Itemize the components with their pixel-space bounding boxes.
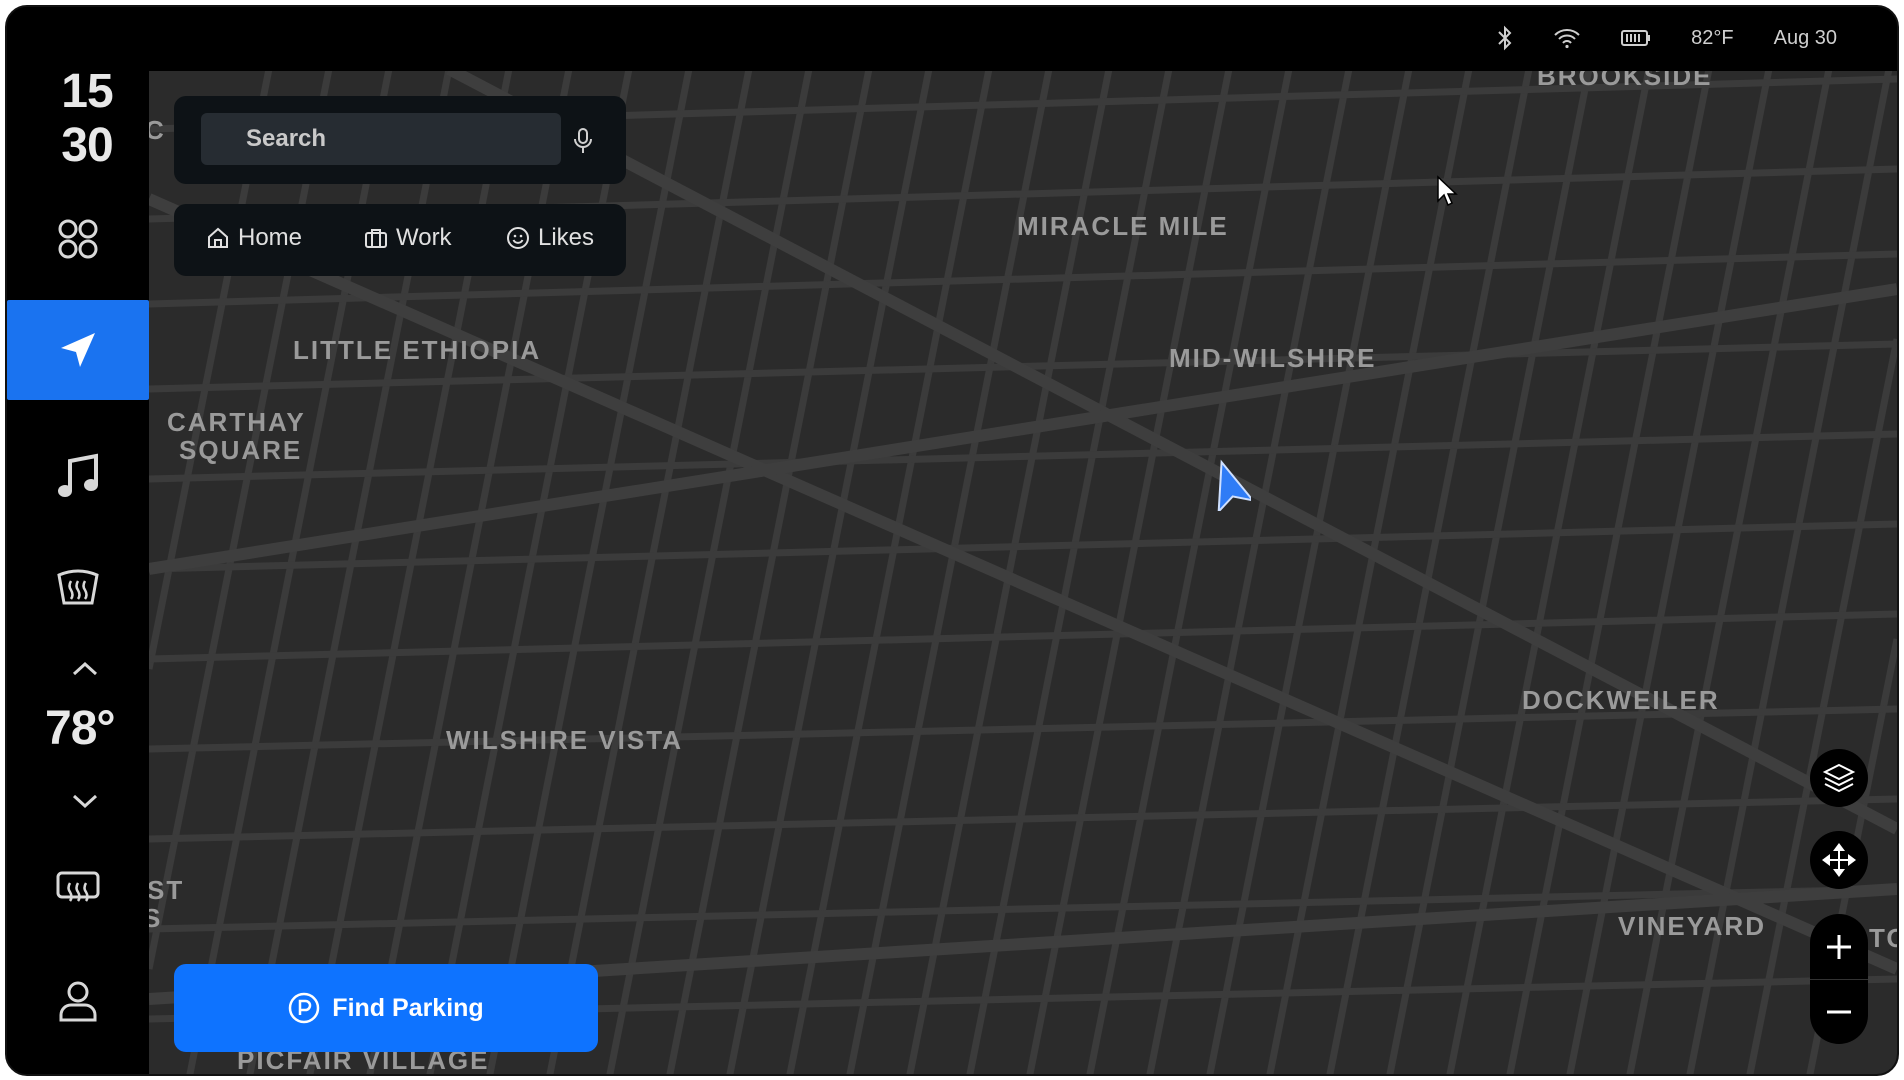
place-label-cut-left-2: S: [149, 903, 162, 934]
place-label-cut: C: [149, 115, 166, 146]
zoom-controls: [1810, 914, 1868, 1044]
quick-destinations-panel: Home Work Likes: [174, 204, 626, 276]
battery-icon[interactable]: [1621, 28, 1651, 48]
temperature-up-icon[interactable]: [71, 661, 99, 677]
music-button[interactable]: [7, 442, 149, 512]
status-bar: 82°F Aug 30: [7, 7, 1897, 71]
sidebar: 15 30 78°: [7, 7, 149, 1074]
clock: 15 30: [47, 65, 127, 173]
profile-icon: [59, 981, 97, 1022]
place-label-wilshire-vista: WILSHIRE VISTA: [446, 725, 683, 755]
briefcase-icon: [365, 229, 387, 248]
outside-temperature: 82°F: [1691, 26, 1734, 49]
place-label-carthay: CARTHAY: [167, 407, 306, 437]
cabin-temperature: 78°: [45, 702, 116, 755]
recenter-button[interactable]: [1810, 831, 1868, 889]
microphone-icon[interactable]: [572, 127, 594, 155]
move-arrows-icon: [1822, 843, 1856, 877]
plus-icon: [1827, 934, 1851, 959]
home-label: Home: [238, 224, 303, 251]
search-input[interactable]: Search: [201, 113, 561, 165]
car-display: BROOKSIDE C MIRACLE MILE MID-WILSHIRE LI…: [5, 5, 1899, 1076]
place-label-dockweiler: DOCKWEILER: [1522, 685, 1720, 715]
zoom-in-button[interactable]: [1824, 915, 1854, 979]
search-panel: Search: [174, 96, 626, 184]
place-label-miracle-mile: MIRACLE MILE: [1017, 211, 1229, 241]
home-icon: [208, 227, 228, 248]
place-label-cut-left-1: ST: [149, 875, 185, 905]
clock-hours: 15: [61, 65, 113, 118]
front-defrost-button[interactable]: [7, 857, 149, 921]
rear-defrost-button[interactable]: [7, 555, 149, 619]
music-icon: [58, 453, 98, 497]
bluetooth-icon[interactable]: [1497, 25, 1513, 51]
likes-shortcut[interactable]: Likes: [506, 224, 594, 252]
place-label-little-ethiopia: LITTLE ETHIOPIA: [293, 335, 542, 365]
clock-minutes: 30: [61, 119, 113, 172]
apps-icon: [58, 219, 98, 259]
place-label-cut-right: TO: [1869, 923, 1897, 953]
minus-icon: [1827, 1010, 1851, 1013]
likes-label: Likes: [538, 224, 595, 251]
place-label-brookside: BROOKSIDE: [1537, 69, 1713, 91]
profile-button[interactable]: [7, 969, 149, 1033]
work-label: Work: [396, 224, 452, 251]
place-label-square: SQUARE: [179, 435, 303, 465]
find-parking-button[interactable]: Find Parking: [174, 964, 598, 1052]
navigation-button[interactable]: [7, 300, 149, 400]
layers-icon: [1822, 763, 1856, 793]
find-parking-label: Find Parking: [332, 993, 484, 1022]
temperature-down-icon[interactable]: [71, 793, 99, 809]
rear-defrost-icon: [57, 569, 99, 605]
map-layers-button[interactable]: [1810, 749, 1868, 807]
front-defrost-icon: [56, 871, 100, 902]
home-shortcut[interactable]: Home: [206, 224, 302, 252]
place-label-vineyard: VINEYARD: [1618, 911, 1766, 941]
zoom-out-button[interactable]: [1824, 980, 1854, 1044]
mouse-cursor-icon: [1437, 175, 1458, 207]
wifi-icon[interactable]: [1553, 27, 1581, 49]
apps-button[interactable]: [7, 203, 149, 275]
parking-icon: [289, 992, 320, 1024]
search-placeholder: Search: [246, 125, 327, 152]
vehicle-position-icon: [1217, 459, 1251, 511]
status-items: 82°F Aug 30: [1497, 25, 1837, 51]
place-label-mid-wilshire: MID-WILSHIRE: [1169, 343, 1377, 373]
smiley-icon: [507, 227, 529, 249]
map-view[interactable]: BROOKSIDE C MIRACLE MILE MID-WILSHIRE LI…: [149, 69, 1897, 1074]
navigation-icon: [61, 333, 95, 367]
date-display: Aug 30: [1773, 26, 1837, 49]
work-shortcut[interactable]: Work: [364, 224, 452, 252]
